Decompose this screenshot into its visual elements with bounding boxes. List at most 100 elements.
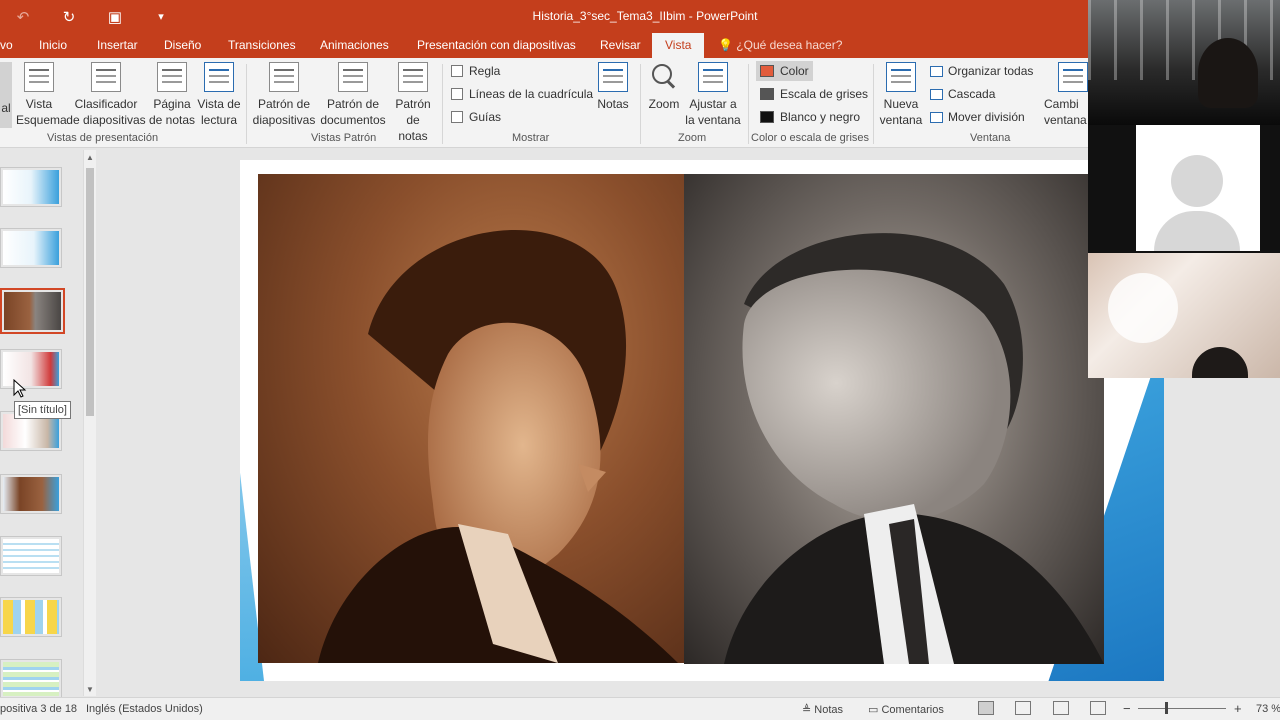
notes-status-button[interactable]: ≜ Notas [802,703,843,716]
thumbnail-tooltip: [Sin título] [14,401,71,419]
participant-head [1192,347,1248,378]
slide-thumbnail-selected[interactable] [0,288,65,334]
redo-icon[interactable]: ↻ [46,0,92,33]
portrait-right-figure [724,233,1104,664]
group-separator [442,64,443,144]
start-slideshow-icon[interactable]: ▣ [92,0,138,33]
slide-thumbnail[interactable] [0,228,62,268]
language-indicator[interactable]: Inglés (Estados Unidos) [86,703,203,715]
reading-view-status-icon[interactable] [1053,701,1069,715]
slide-thumbnail[interactable] [0,659,62,699]
slide-thumbnail[interactable] [0,474,62,514]
new-window-button[interactable]: Nueva ventana [878,62,924,128]
notes-status-icon: ≜ [802,704,812,716]
handout-master-icon [338,62,368,92]
comments-status-button[interactable]: ▭ Comentarios [868,703,944,716]
tab-vista[interactable]: Vista [652,33,705,58]
slideshow-status-icon[interactable] [1090,701,1106,715]
slide-master-icon [269,62,299,92]
avatar-placeholder-icon [1171,155,1223,207]
tab-archivo[interactable]: vo [0,33,13,58]
group-label-zoom: Zoom [678,132,707,144]
notes-page-button[interactable]: Página de notas [148,62,196,128]
normal-view-status-icon[interactable] [978,701,994,715]
video-feed-participant-1[interactable] [1088,0,1280,125]
tell-me-text: ¿Qué desea hacer? [736,38,843,52]
guides-checkbox[interactable]: Guías [451,110,501,124]
move-split-button[interactable]: Mover división [930,110,1025,124]
ruler-checkbox[interactable]: Regla [451,64,500,78]
reading-view-button[interactable]: Vista de lectura [196,62,242,128]
slide-thumbnail[interactable] [0,597,62,637]
zoom-in-button[interactable]: + [1234,701,1242,716]
scroll-down-icon[interactable]: ▼ [84,684,96,696]
zoom-out-button[interactable]: − [1123,701,1131,716]
quick-access-toolbar: ↶ ↻ ▣ ▾ [0,0,184,33]
slide-thumbnail[interactable] [0,536,62,576]
customize-qat-icon[interactable]: ▾ [138,0,184,33]
group-label-window: Ventana [970,132,1011,144]
fit-to-window-button[interactable]: Ajustar a la ventana [684,62,742,128]
portrait-photo-left[interactable] [258,174,684,663]
group-separator [873,64,874,144]
group-separator [246,64,247,144]
tab-inicio[interactable]: Inicio [39,33,67,58]
slide-master-button[interactable]: Patrón de diapositivas [252,62,316,128]
checkbox-box [451,65,463,77]
scrollbar-thumb[interactable] [86,168,94,416]
grayscale-mode-button[interactable]: Escala de grises [756,84,872,104]
zoom-slider[interactable] [1138,708,1226,709]
fit-window-icon [698,62,728,92]
checkbox-box [451,111,463,123]
new-window-icon [886,62,916,92]
tab-presentacion[interactable]: Presentación con diapositivas [417,33,576,58]
handout-master-button[interactable]: Patrón de documentos [318,62,388,128]
color-mode-button[interactable]: Color [756,61,813,81]
cascade-button[interactable]: Cascada [930,87,995,101]
thumbnail-scrollbar[interactable]: ▲ ▼ [83,150,96,696]
switch-windows-icon [1058,62,1088,92]
arrange-all-icon [930,65,943,77]
zoom-button[interactable]: Zoom [646,62,682,112]
tab-transiciones[interactable]: Transiciones [228,33,296,58]
grayscale-swatch-icon [760,88,774,100]
portrait-left-figure [318,229,678,663]
reading-view-icon [204,62,234,92]
group-separator [640,64,641,144]
slide-counter: positiva 3 de 18 [0,703,78,715]
tab-animaciones[interactable]: Animaciones [320,33,389,58]
video-feed-participant-2[interactable] [1088,125,1280,253]
slide-sorter-status-icon[interactable] [1015,701,1031,715]
notes-icon [598,62,628,92]
notes-master-icon [398,62,428,92]
black-white-mode-button[interactable]: Blanco y negro [756,107,864,127]
outline-view-button[interactable]: Vista Esquema [16,62,67,128]
group-separator [748,64,749,144]
tab-insertar[interactable]: Insertar [97,33,138,58]
tell-me-search[interactable]: 💡 ¿Qué desea hacer? [718,33,842,58]
slide-sorter-button[interactable]: Clasificador de diapositivas [66,62,146,128]
zoom-slider-handle[interactable] [1165,702,1168,714]
notes-master-button[interactable]: Patrón de notas [390,62,436,144]
gridlines-checkbox[interactable]: Líneas de la cuadrícula [451,87,593,101]
group-label-show: Mostrar [512,132,550,144]
tab-diseno[interactable]: Diseño [164,33,201,58]
mouse-cursor-icon [13,379,27,398]
lightbulb-icon: 💡 [718,38,733,52]
slide-thumbnail[interactable] [0,349,62,389]
scroll-up-icon[interactable]: ▲ [84,152,96,164]
slide-thumbnail[interactable] [0,167,62,207]
undo-icon[interactable]: ↶ [0,0,46,33]
zoom-level[interactable]: 73 % [1256,703,1280,715]
move-split-icon [930,111,943,123]
portrait-photo-right[interactable] [684,174,1104,664]
normal-view-button[interactable]: al [0,62,12,128]
tab-revisar[interactable]: Revisar [600,33,641,58]
switch-windows-button[interactable]: Cambi ventana [1044,62,1088,128]
color-swatch-icon [760,65,774,77]
arrange-all-button[interactable]: Organizar todas [930,64,1033,78]
document-title: Historia_3°sec_Tema3_IIbim - PowerPoint [532,9,758,23]
video-feed-participant-3[interactable] [1088,253,1280,378]
participant-head [1198,38,1258,108]
notes-toggle-button[interactable]: Notas [594,62,632,112]
